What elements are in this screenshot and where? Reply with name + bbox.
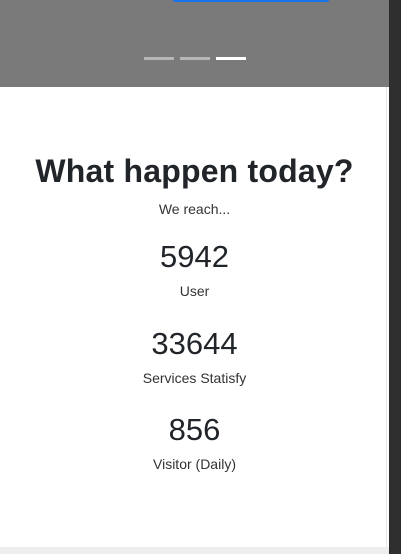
stat-label: Visitor (Daily): [153, 456, 236, 472]
carousel-indicator-1[interactable]: [143, 57, 174, 60]
scrollbar-thumb[interactable]: [390, 0, 400, 554]
next-section-edge: [0, 547, 389, 554]
stat-value: 5942: [160, 239, 229, 274]
stat-label: Services Statisfy: [142, 370, 247, 386]
hero-carousel: [0, 0, 389, 87]
page: What happen today? We reach... 5942 User…: [0, 0, 401, 554]
stat-value: 856: [168, 412, 221, 447]
stat-value: 33644: [151, 326, 238, 361]
stat-label: User: [179, 283, 210, 299]
stat-user: 5942 User: [0, 239, 389, 299]
stats-title: What happen today?: [35, 153, 354, 189]
carousel-indicator-2[interactable]: [179, 57, 210, 60]
stat-visitor: 856 Visitor (Daily): [0, 412, 389, 472]
hero-cta-button[interactable]: [172, 0, 330, 2]
carousel-indicator-3[interactable]: [215, 57, 246, 60]
stat-services: 33644 Services Statisfy: [0, 326, 389, 386]
section-edge-divider: [386, 87, 387, 547]
stats-section: What happen today? We reach... 5942 User…: [0, 87, 389, 547]
stats-subtitle: We reach...: [158, 201, 231, 217]
carousel-indicators: [0, 57, 389, 63]
